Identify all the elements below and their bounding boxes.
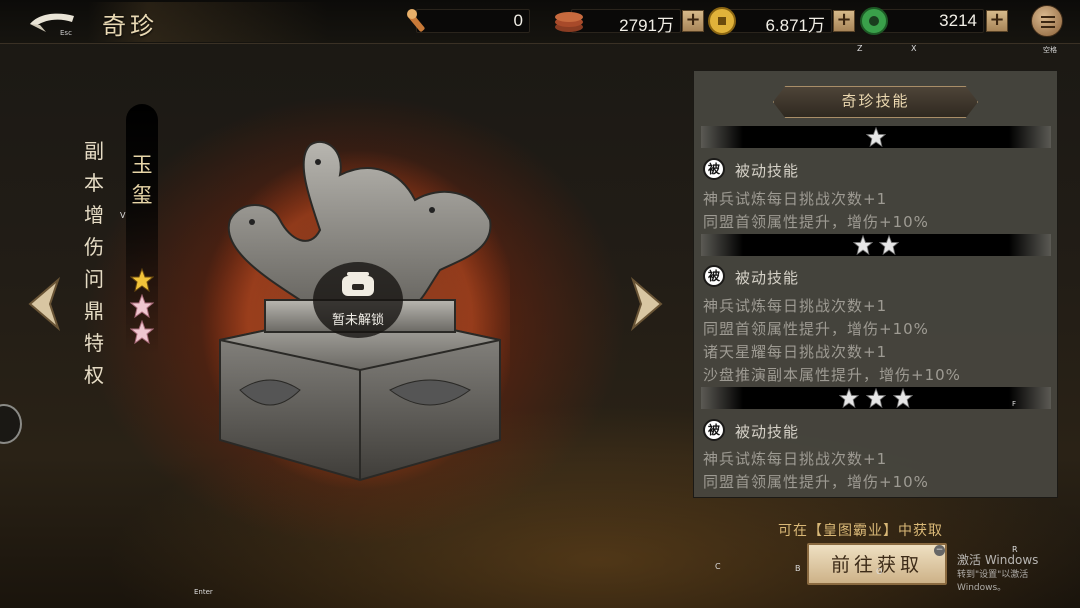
lock-icon (342, 272, 374, 296)
resource-torch-value: 0 (513, 11, 523, 30)
skill-effect-line: 诸天星耀每日挑战次数+1 (703, 343, 888, 361)
next-arrow-icon[interactable] (627, 276, 667, 332)
close-icon[interactable]: − (934, 545, 945, 556)
windows-activation-title: 激活 Windows (957, 553, 1039, 567)
tier-star-icon (839, 388, 859, 408)
item-name: 玉玺 (131, 153, 153, 207)
passive-skill-badge-icon: 被 (703, 158, 725, 180)
copper-coin-icon (708, 7, 736, 35)
tier-2-bar (701, 234, 1051, 256)
tier-star-icon (866, 388, 886, 408)
jade-icon (860, 7, 888, 35)
skill-effect-line: 沙盘推演副本属性提升，增伤+10% (703, 366, 961, 384)
add-jade-button[interactable]: + (986, 10, 1008, 32)
source-text: 可在【皇图霸业】中获取 (778, 523, 943, 539)
tier-3-bar (701, 387, 1051, 409)
resource-coin-stack-value: 2791万 (619, 16, 674, 35)
c-key-hint: C (715, 562, 721, 571)
skill-type-label: 被动技能 (735, 423, 800, 441)
z-key-hint: Z (857, 44, 863, 53)
add-copper-coin-button[interactable]: + (833, 10, 855, 32)
rank-star-icon (130, 294, 154, 318)
skill-effect-line: 神兵试炼每日挑战次数+1 (703, 450, 888, 468)
skill-type-label: 被动技能 (735, 269, 800, 287)
tier-star-icon (879, 235, 899, 255)
category-title: 副本增伤问鼎特权 (84, 139, 104, 387)
skill-effect-line: 同盟首领属性提升，增伤+10% (703, 213, 929, 231)
tier-star-icon (893, 388, 913, 408)
tier-1-bar (701, 126, 1051, 148)
side-shortcut-icon[interactable] (0, 404, 22, 444)
skill-effect-line: 神兵试炼每日挑战次数+1 (703, 297, 888, 315)
rank-star-icon (130, 320, 154, 344)
skill-effect-line: 同盟首领属性提升，增伤+10% (703, 320, 929, 338)
x-key-hint: X (911, 44, 917, 53)
enter-key-hint: Enter (194, 588, 213, 596)
menu-line-icon (1041, 21, 1055, 23)
windows-activation-hint: 转到"设置"以激活 Windows。 (957, 570, 1029, 593)
f-key-hint: F (1012, 400, 1017, 408)
tier-star-icon (853, 235, 873, 255)
previous-arrow-icon[interactable] (24, 276, 64, 332)
coin-stack-icon (555, 12, 583, 32)
space-key-hint: 空格 (1043, 46, 1057, 54)
tier-star-icon (866, 127, 886, 147)
skill-effect-line: 同盟首领属性提升，增伤+10% (703, 473, 929, 491)
passive-skill-badge-icon: 被 (703, 265, 725, 287)
resource-jade: 3214 (874, 9, 984, 33)
b-key-hint: B (795, 564, 801, 573)
torch-icon (407, 9, 425, 32)
resource-coin-stack: 2791万 (571, 9, 681, 35)
menu-line-icon (1041, 26, 1055, 28)
rank-star-icon (130, 268, 154, 292)
passive-skill-badge-icon: 被 (703, 419, 725, 441)
page-title: 奇珍 (102, 12, 158, 40)
menu-line-icon (1041, 16, 1055, 18)
skill-effect-line: 神兵试炼每日挑战次数+1 (703, 190, 888, 208)
skill-type-label: 被动技能 (735, 162, 800, 180)
lock-status-text: 暂未解锁 (331, 313, 384, 328)
skill-panel-title: 奇珍技能 (841, 92, 910, 110)
resource-jade-value: 3214 (939, 11, 977, 30)
add-coin-stack-button[interactable]: + (682, 10, 704, 32)
v-key-hint: V (120, 211, 126, 220)
resource-copper-coin-value: 6.871万 (765, 16, 825, 35)
esc-key-hint: Esc (60, 29, 72, 37)
o-key-hint: O (876, 567, 883, 576)
menu-button[interactable] (1031, 5, 1063, 37)
